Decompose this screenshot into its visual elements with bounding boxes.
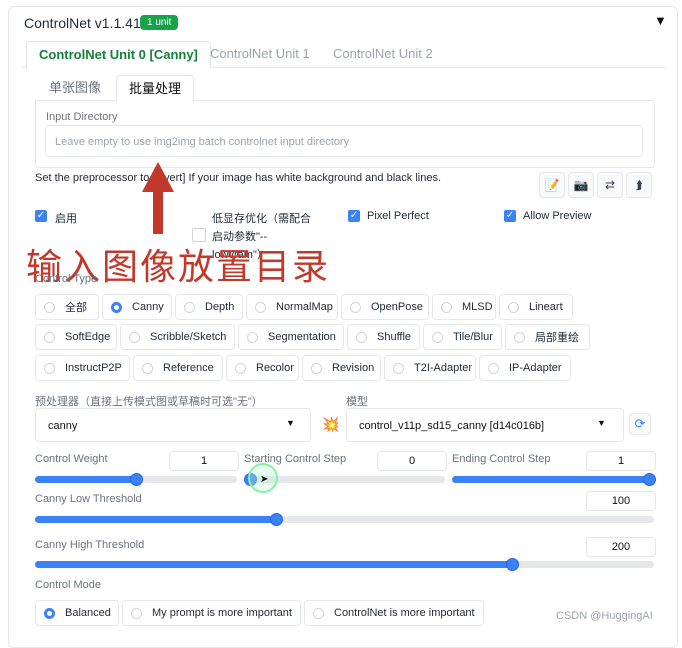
radio-icon: [508, 301, 519, 313]
high-threshold-label: Canny High Threshold: [35, 539, 145, 551]
camera-icon[interactable]: 📷: [568, 172, 594, 198]
lowvram-label-line1: 低显存优化（需配合: [212, 213, 311, 225]
control-type-option[interactable]: Tile/Blur: [423, 324, 502, 350]
control-type-option[interactable]: Revision: [302, 355, 381, 381]
radio-icon: [441, 301, 452, 313]
unit-count-badge: 1 unit: [140, 15, 179, 30]
radio-selected-icon: [44, 607, 55, 619]
watermark: CSDN @HuggingAI: [556, 610, 653, 622]
tab-unit-1[interactable]: ControlNet Unit 1: [198, 41, 322, 67]
run-preprocessor-icon[interactable]: 💥: [322, 416, 339, 433]
upload-icon[interactable]: ⮭: [626, 172, 652, 198]
control-mode-controlnet[interactable]: ControlNet is more important: [304, 600, 484, 626]
model-select[interactable]: control_v11p_sd15_canny [d14c016b]: [346, 408, 624, 442]
control-type-option[interactable]: Shuffle: [347, 324, 420, 350]
refresh-icon[interactable]: ⟳: [629, 413, 651, 435]
edit-icon[interactable]: 📝: [539, 172, 565, 198]
radio-icon: [356, 331, 367, 343]
ending-step-slider[interactable]: [452, 473, 656, 486]
radio-icon: [184, 301, 195, 313]
radio-icon: [432, 331, 443, 343]
control-type-option[interactable]: 局部重绘: [505, 324, 590, 350]
radio-icon: [44, 362, 55, 374]
radio-icon: [488, 362, 499, 374]
control-type-option[interactable]: Recolor: [226, 355, 299, 381]
radio-icon: [247, 331, 258, 343]
control-weight-slider[interactable]: [35, 473, 237, 486]
control-type-option[interactable]: 全部: [35, 294, 99, 320]
control-mode-label: Control Mode: [35, 579, 102, 591]
tab-unit-2[interactable]: ControlNet Unit 2: [321, 41, 445, 67]
allow-preview-label: Allow Preview: [523, 210, 592, 222]
control-mode-balanced[interactable]: Balanced: [35, 600, 119, 626]
control-type-option[interactable]: NormalMap: [246, 294, 338, 320]
high-threshold-slider[interactable]: [35, 558, 654, 571]
pixel-perfect-checkbox[interactable]: ✓: [348, 210, 360, 222]
low-threshold-slider[interactable]: [35, 513, 654, 526]
tab-single-image[interactable]: 单张图像: [37, 75, 113, 101]
input-directory-field[interactable]: Leave empty to use img2img batch control…: [45, 125, 643, 157]
control-type-option[interactable]: Scribble/Sketch: [120, 324, 235, 350]
preprocessor-hint: Set the preprocessor to [invert] If your…: [35, 172, 441, 184]
panel-title[interactable]: ControlNet v1.1.417: [24, 15, 149, 31]
radio-icon: [313, 607, 324, 619]
control-type-option[interactable]: T2I-Adapter: [384, 355, 476, 381]
radio-icon: [393, 362, 404, 374]
annotation-arrow-icon: [142, 162, 174, 234]
control-mode-prompt[interactable]: My prompt is more important: [122, 600, 301, 626]
control-type-option[interactable]: Segmentation: [238, 324, 344, 350]
ending-step-input[interactable]: 1: [586, 451, 656, 471]
control-type-option[interactable]: Lineart: [499, 294, 573, 320]
control-type-option[interactable]: InstructP2P: [35, 355, 130, 381]
tab-batch[interactable]: 批量处理: [116, 75, 195, 103]
chevron-down-icon: ▼: [286, 418, 295, 428]
swap-icon[interactable]: ⇄: [597, 172, 623, 198]
allow-preview-checkbox[interactable]: ✓: [504, 210, 516, 222]
radio-icon: [44, 331, 55, 343]
control-type-option[interactable]: Reference: [133, 355, 223, 381]
chevron-down-icon: ▼: [597, 418, 606, 428]
control-type-option[interactable]: SoftEdge: [35, 324, 117, 350]
radio-icon: [514, 331, 525, 343]
high-threshold-input[interactable]: 200: [586, 537, 656, 557]
starting-step-input[interactable]: 0: [377, 451, 447, 471]
radio-icon: [235, 362, 246, 374]
preprocessor-select[interactable]: canny: [35, 408, 311, 442]
input-directory-label: Input Directory: [46, 111, 118, 123]
control-weight-input[interactable]: 1: [169, 451, 239, 471]
control-type-option[interactable]: Depth: [175, 294, 243, 320]
radio-icon: [350, 301, 361, 313]
collapse-arrow-icon[interactable]: ▼: [654, 13, 667, 28]
low-threshold-input[interactable]: 100: [586, 491, 656, 511]
control-type-option[interactable]: IP-Adapter: [479, 355, 571, 381]
radio-icon: [255, 301, 266, 313]
enable-label: 启用: [55, 213, 77, 225]
enable-checkbox[interactable]: ✓: [35, 210, 47, 222]
low-threshold-label: Canny Low Threshold: [35, 493, 142, 505]
radio-icon: [311, 362, 322, 374]
tab-unit-0[interactable]: ControlNet Unit 0 [Canny]: [26, 41, 211, 69]
control-type-label: Control Type: [35, 273, 98, 285]
radio-selected-icon: [111, 301, 122, 313]
radio-icon: [129, 331, 140, 343]
pixel-perfect-label: Pixel Perfect: [367, 210, 429, 222]
control-type-option[interactable]: MLSD: [432, 294, 496, 320]
cursor-icon: ➤: [260, 474, 269, 485]
ending-step-label: Ending Control Step: [452, 453, 551, 465]
control-type-option[interactable]: OpenPose: [341, 294, 429, 320]
model-label: 模型: [346, 396, 368, 408]
radio-icon: [44, 301, 55, 313]
radio-icon: [131, 607, 142, 619]
preprocessor-label: 预处理器（直接上传模式图或草稿时可选"无"）: [35, 396, 263, 408]
control-type-option[interactable]: Canny: [102, 294, 172, 320]
control-weight-label: Control Weight: [35, 453, 108, 465]
radio-icon: [142, 362, 153, 374]
